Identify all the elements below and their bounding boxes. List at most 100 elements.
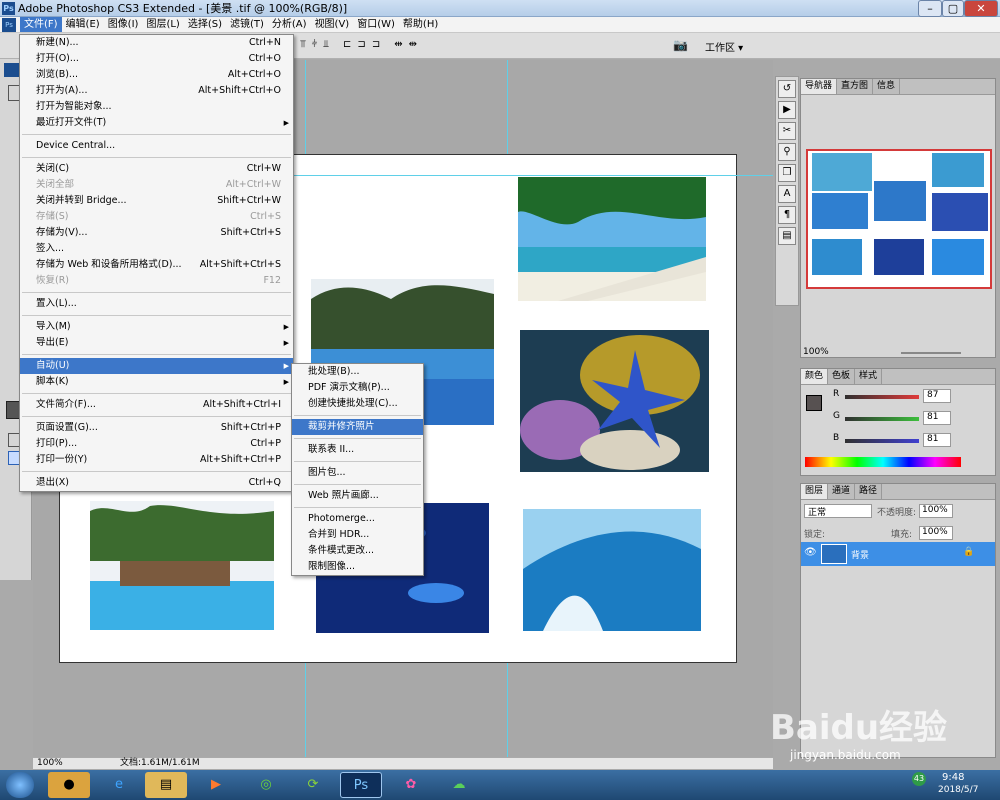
r-slider[interactable] [845, 395, 919, 399]
tab-channels[interactable]: 通道 [828, 484, 856, 499]
blend-mode-select[interactable]: 正常 [804, 504, 872, 518]
photo-ocean-wave[interactable] [523, 509, 701, 631]
character-icon[interactable]: A [778, 185, 796, 203]
g-value[interactable]: 81 [923, 411, 951, 425]
file-menu-item[interactable]: 导入(M) ▶ [20, 319, 293, 335]
tool-presets-icon[interactable]: ✂ [778, 122, 796, 140]
file-menu-item[interactable]: 打开为(A)... Alt+Shift+Ctrl+O [20, 83, 293, 99]
fill-field[interactable]: 100% [919, 526, 953, 540]
file-menu-item[interactable]: 新建(N)... Ctrl+N [20, 35, 293, 51]
align-top-icon[interactable]: ⫪ [300, 39, 306, 53]
file-menu-item[interactable]: Device Central... [20, 138, 293, 154]
automate-menu-item[interactable]: 合并到 HDR... [292, 527, 423, 543]
automate-menu-item[interactable]: 图片包... [292, 465, 423, 481]
automate-menu-item[interactable]: Photomerge... [292, 511, 423, 527]
minimize-button[interactable]: – [918, 0, 942, 17]
align-bottom-icon[interactable]: ⫫ [323, 39, 329, 53]
workspace-button[interactable]: 工作区 ▾ [705, 39, 743, 54]
align-hcenter-icon[interactable]: ⊐ [357, 39, 365, 53]
menu-9[interactable]: 帮助(H) [399, 17, 442, 32]
align-left-icon[interactable]: ⊏ [343, 39, 351, 53]
file-menu-item[interactable]: 存储为 Web 和设备所用格式(D)... Alt+Shift+Ctrl+S [20, 257, 293, 273]
file-menu-item[interactable]: 关闭并转到 Bridge... Shift+Ctrl+W [20, 193, 293, 209]
navigator-preview[interactable] [806, 149, 992, 289]
menu-4[interactable]: 选择(S) [184, 17, 226, 32]
color-ramp[interactable] [805, 457, 961, 467]
photoshop-taskbar-icon[interactable]: Ps [340, 772, 382, 798]
tab-layers[interactable]: 图层 [801, 484, 829, 499]
file-menu-item[interactable]: 打印一份(Y) Alt+Shift+Ctrl+P [20, 452, 293, 468]
ps-menu-icon[interactable]: Ps [2, 18, 16, 32]
file-menu-item[interactable]: 关闭(C) Ctrl+W [20, 161, 293, 177]
brushes-icon[interactable]: ⚲ [778, 143, 796, 161]
zoom-slider[interactable] [901, 352, 961, 354]
paragraph-icon[interactable]: ¶ [778, 206, 796, 224]
distribute2-icon[interactable]: ⇹ [409, 39, 417, 53]
explorer-icon[interactable]: ▤ [145, 772, 187, 798]
photo-starfish-reef[interactable] [520, 330, 709, 472]
b-value[interactable]: 81 [923, 433, 951, 447]
badge-count[interactable]: 43 [912, 772, 926, 786]
actions-icon[interactable]: ▶ [778, 101, 796, 119]
file-menu-item[interactable]: 打开为智能对象... [20, 99, 293, 115]
menu-5[interactable]: 滤镜(T) [226, 17, 268, 32]
maximize-button[interactable]: ▢ [942, 0, 964, 17]
opacity-field[interactable]: 100% [919, 504, 953, 518]
tab-histogram[interactable]: 直方图 [837, 79, 874, 94]
clock-time[interactable]: 9:48 [942, 772, 964, 783]
visibility-eye-icon[interactable]: 👁 [804, 547, 817, 558]
tab-styles[interactable]: 样式 [855, 369, 883, 384]
menu-6[interactable]: 分析(A) [268, 17, 311, 32]
tab-paths[interactable]: 路径 [855, 484, 883, 499]
zoom-level[interactable]: 100% [37, 758, 63, 769]
automate-menu-item[interactable]: 裁剪并修齐照片 [292, 419, 423, 435]
file-menu-item[interactable]: 页面设置(G)... Shift+Ctrl+P [20, 420, 293, 436]
file-menu-item[interactable]: 退出(X) Ctrl+Q [20, 475, 293, 491]
menu-0[interactable]: 文件(F) [20, 17, 62, 32]
start-button[interactable] [6, 772, 34, 798]
align-vcenter-icon[interactable]: ⫩ [312, 39, 318, 53]
automate-menu-item[interactable]: 创建快捷批处理(C)... [292, 396, 423, 412]
file-menu-item[interactable]: 导出(E) ▶ [20, 335, 293, 351]
file-menu-item[interactable]: 自动(U) ▶ [20, 358, 293, 374]
g-slider[interactable] [845, 417, 919, 421]
layer-comps-icon[interactable]: ▤ [778, 227, 796, 245]
tab-navigator[interactable]: 导航器 [801, 79, 838, 94]
b-slider[interactable] [845, 439, 919, 443]
camera-icon[interactable]: 📷 [673, 38, 695, 54]
align-right-icon[interactable]: ⊐ [372, 39, 380, 53]
menu-8[interactable]: 窗口(W) [353, 17, 399, 32]
menu-7[interactable]: 视图(V) [311, 17, 354, 32]
distribute-icon[interactable]: ⇹ [394, 39, 402, 53]
menu-1[interactable]: 编辑(E) [62, 17, 104, 32]
wechat-icon[interactable]: ☁ [438, 772, 480, 798]
app-icon[interactable]: ⟳ [292, 772, 334, 798]
close-button[interactable]: ✕ [964, 0, 998, 17]
automate-menu-item[interactable]: 批处理(B)... [292, 364, 423, 380]
tab-color[interactable]: 颜色 [801, 369, 829, 384]
automate-menu-item[interactable]: 联系表 II... [292, 442, 423, 458]
doc-size[interactable]: 文档:1.61M/1.61M [120, 758, 200, 769]
tab-swatches[interactable]: 色板 [828, 369, 856, 384]
automate-menu-item[interactable]: Web 照片画廊... [292, 488, 423, 504]
file-menu-item[interactable]: 打开(O)... Ctrl+O [20, 51, 293, 67]
history-icon[interactable]: ↺ [778, 80, 796, 98]
file-menu-item[interactable]: 最近打开文件(T) ▶ [20, 115, 293, 131]
file-menu-item[interactable]: 存储为(V)... Shift+Ctrl+S [20, 225, 293, 241]
file-menu-item[interactable]: 脚本(K) ▶ [20, 374, 293, 390]
file-menu-item[interactable]: 签入... [20, 241, 293, 257]
clock-date[interactable]: 2018/5/7 [938, 785, 978, 795]
clone-source-icon[interactable]: ❒ [778, 164, 796, 182]
file-menu-item[interactable]: 置入(L)... [20, 296, 293, 312]
file-menu-item[interactable]: 浏览(B)... Alt+Ctrl+O [20, 67, 293, 83]
file-menu-item[interactable]: 文件简介(F)... Alt+Shift+Ctrl+I [20, 397, 293, 413]
navigator-zoom[interactable]: 100% [803, 347, 829, 357]
automate-menu-item[interactable]: 条件模式更改... [292, 543, 423, 559]
automate-menu-item[interactable]: 限制图像... [292, 559, 423, 575]
media-icon[interactable]: ▶ [195, 772, 237, 798]
taskbar-app-icon[interactable]: ● [48, 772, 90, 798]
ie-icon[interactable]: e [98, 772, 140, 798]
foreground-swatch[interactable] [806, 395, 822, 411]
menu-2[interactable]: 图像(I) [104, 17, 143, 32]
r-value[interactable]: 87 [923, 389, 951, 403]
